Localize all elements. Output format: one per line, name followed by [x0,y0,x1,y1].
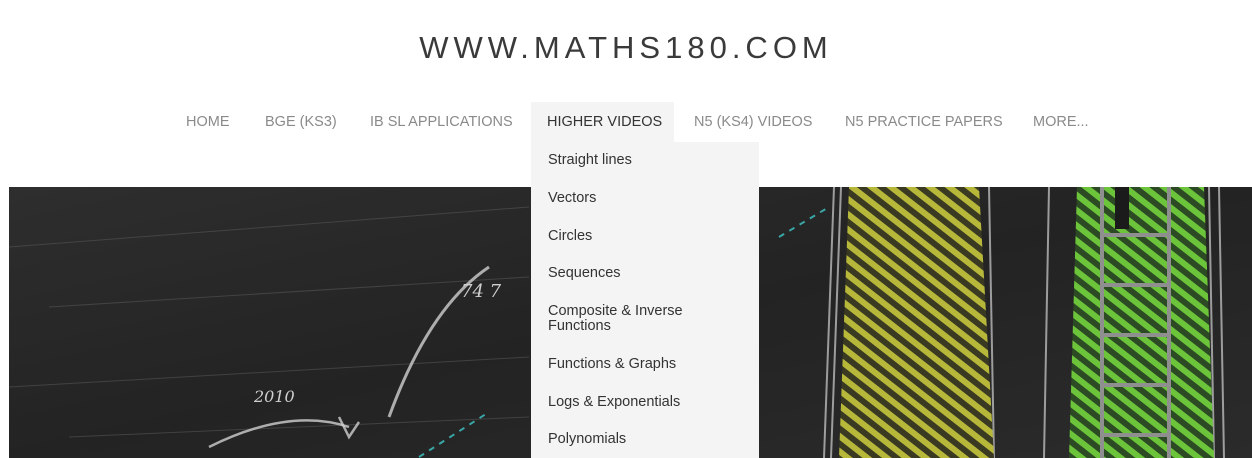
figure-on-ladder [1115,187,1129,229]
dropdown-item-composite-inverse-functions[interactable]: Composite & Inverse Functions [548,304,718,334]
nav-item-ib-sl-applications[interactable]: IB SL APPLICATIONS [370,102,513,142]
higher-videos-dropdown: Straight lines Vectors Circles Sequences… [531,142,759,458]
dropdown-item-polynomials[interactable]: Polynomials [548,432,748,447]
nav-item-n5-ks4-videos[interactable]: N5 (KS4) VIDEOS [694,102,812,142]
main-nav: HOME BGE (KS3) IB SL APPLICATIONS HIGHER… [0,102,1252,142]
yellow-hatch-column [839,187,994,458]
dropdown-item-vectors[interactable]: Vectors [548,191,748,206]
dropdown-item-circles[interactable]: Circles [548,229,748,244]
chalk-text-1: 74 7 [461,281,502,302]
nav-item-more[interactable]: MORE... [1033,102,1089,142]
site-title[interactable]: WWW.MATHS180.COM [0,30,1252,66]
nav-item-bge-ks3[interactable]: BGE (KS3) [265,102,337,142]
dropdown-item-sequences[interactable]: Sequences [548,266,748,281]
dropdown-item-logs-exponentials[interactable]: Logs & Exponentials [548,395,748,410]
chalk-text-2: 2010 [253,387,295,406]
nav-item-higher-videos[interactable]: HIGHER VIDEOS [531,102,674,142]
nav-item-home[interactable]: HOME [186,102,230,142]
nav-item-n5-practice-papers[interactable]: N5 PRACTICE PAPERS [845,102,1003,142]
dropdown-item-straight-lines[interactable]: Straight lines [548,153,748,168]
dropdown-item-functions-graphs[interactable]: Functions & Graphs [548,357,748,372]
green-hatch-column [1069,187,1214,458]
